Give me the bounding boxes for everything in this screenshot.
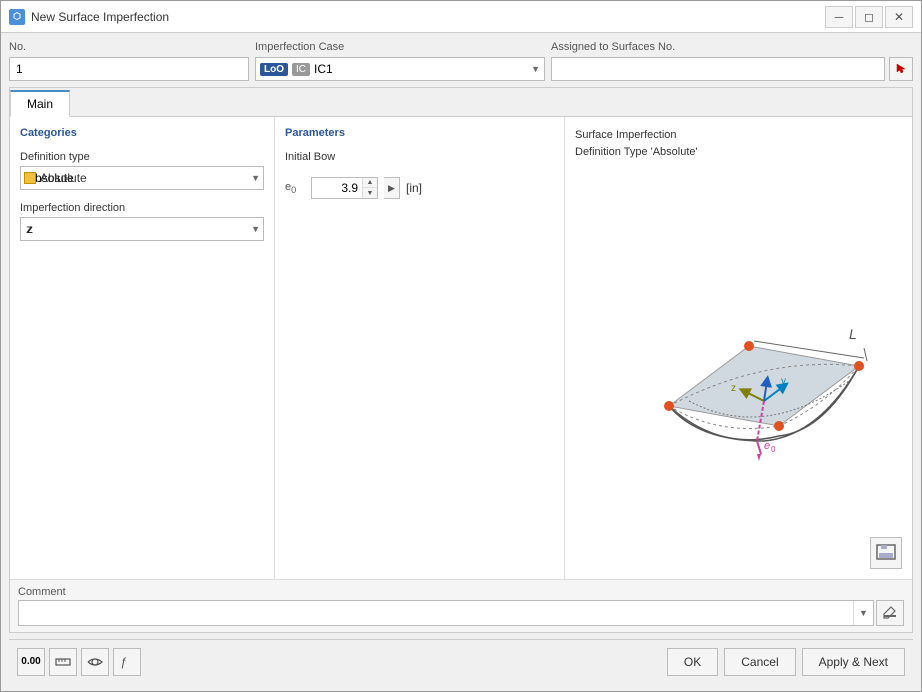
assigned-label: Assigned to Surfaces No. xyxy=(551,41,913,53)
diagram-text: Surface Imperfection Definition Type 'Ab… xyxy=(575,127,902,160)
diagram-line2: Definition Type 'Absolute' xyxy=(575,144,902,161)
e0-spin-down[interactable]: ▼ xyxy=(363,188,377,198)
imperfection-case-group: Imperfection Case LoO IC IC1 ▼ xyxy=(255,41,545,81)
categories-title: Categories xyxy=(20,127,264,139)
minimize-button[interactable]: ─ xyxy=(825,6,853,28)
close-button[interactable]: ✕ xyxy=(885,6,913,28)
diagram-image: L y z e 0 xyxy=(575,168,902,533)
apply-next-button[interactable]: Apply & Next xyxy=(802,648,905,676)
tab-bar: Main xyxy=(10,88,912,117)
e0-row: e0 ▲ ▼ ▶ [in] xyxy=(285,177,554,199)
ok-button[interactable]: OK xyxy=(667,648,718,676)
no-label: No. xyxy=(9,41,249,53)
e0-spin-up[interactable]: ▲ xyxy=(363,178,377,188)
ruler-button[interactable] xyxy=(49,648,77,676)
formula-button[interactable]: ƒ xyxy=(113,648,141,676)
definition-type-row: Definition type Absolute ▼ Absolute xyxy=(20,151,264,190)
categories-panel: Categories Definition type Absolute ▼ Ab… xyxy=(10,117,275,579)
e0-spinners: ▲ ▼ xyxy=(362,178,377,198)
no-input[interactable] xyxy=(9,57,249,81)
tab-main[interactable]: Main xyxy=(10,90,70,117)
svg-text:ƒ: ƒ xyxy=(120,655,127,669)
imperfection-direction-label: Imperfection direction xyxy=(20,202,264,214)
definition-type-wrapper: Absolute ▼ Absolute xyxy=(20,166,264,190)
definition-type-label: Definition type xyxy=(20,151,264,163)
imperfection-direction-select[interactable]: x y z xyxy=(20,217,264,241)
cancel-button[interactable]: Cancel xyxy=(724,648,795,676)
svg-text:0: 0 xyxy=(771,445,776,454)
footer-actions: OK Cancel Apply & Next xyxy=(667,648,905,676)
comment-input-area: ▼ xyxy=(18,600,904,626)
e0-input-wrapper: ▲ ▼ xyxy=(311,177,378,199)
imperfection-direction-row: Imperfection direction x y z ▼ z xyxy=(20,202,264,241)
parameters-panel: Parameters Initial Bow e0 ▲ ▼ xyxy=(275,117,565,579)
imperfection-dropdown-arrow: ▼ xyxy=(531,64,540,74)
tab-content-main: Categories Definition type Absolute ▼ Ab… xyxy=(10,117,912,579)
loo-badge: LoO xyxy=(260,63,288,76)
top-row: No. Imperfection Case LoO IC IC1 ▼ Assig… xyxy=(9,41,913,81)
ic-badge: IC xyxy=(292,63,310,76)
ruler-icon xyxy=(54,653,72,671)
main-window: ⬡ New Surface Imperfection ─ ◻ ✕ No. Imp… xyxy=(0,0,922,692)
coordinates-button[interactable]: 0.00 xyxy=(17,648,45,676)
title-controls: ─ ◻ ✕ xyxy=(825,6,913,28)
coordinates-icon: 0.00 xyxy=(21,656,40,667)
comment-row: Comment ▼ xyxy=(10,579,912,632)
save-diagram-icon xyxy=(876,544,896,562)
diagram-save-button[interactable] xyxy=(870,537,902,569)
comment-label: Comment xyxy=(18,586,904,598)
assigned-clear-button[interactable] xyxy=(889,57,913,81)
imperfection-diagram-svg: L y z e 0 xyxy=(609,236,869,466)
formula-icon: ƒ xyxy=(118,653,136,671)
diagram-line1: Surface Imperfection xyxy=(575,127,902,144)
comment-input[interactable] xyxy=(19,604,853,622)
assigned-input[interactable] xyxy=(551,57,885,81)
definition-type-select[interactable]: Absolute xyxy=(20,166,264,190)
initial-bow-label: Initial Bow xyxy=(285,151,554,163)
tab-area: Main Categories Definition type Absolute… xyxy=(9,87,913,633)
e0-unit: [in] xyxy=(406,181,422,195)
svg-text:y: y xyxy=(781,376,786,387)
e0-label: e0 xyxy=(285,181,305,195)
svg-text:e: e xyxy=(764,440,770,452)
imperfection-case-label: Imperfection Case xyxy=(255,41,545,53)
footer-bar: 0.00 xyxy=(9,639,913,683)
main-content: No. Imperfection Case LoO IC IC1 ▼ Assig… xyxy=(1,33,921,691)
ic-value: IC1 xyxy=(314,62,540,76)
view-icon xyxy=(86,653,104,671)
e0-input[interactable] xyxy=(312,179,362,197)
diagram-panel: Surface Imperfection Definition Type 'Ab… xyxy=(565,117,912,579)
title-bar: ⬡ New Surface Imperfection ─ ◻ ✕ xyxy=(1,1,921,33)
footer-icons-group: 0.00 xyxy=(17,648,661,676)
e0-arrow-button[interactable]: ▶ xyxy=(384,177,400,199)
maximize-button[interactable]: ◻ xyxy=(855,6,883,28)
parameters-title: Parameters xyxy=(285,127,554,139)
imperfection-case-dropdown[interactable]: LoO IC IC1 ▼ xyxy=(255,57,545,81)
cursor-icon xyxy=(894,62,908,76)
comment-input-wrapper: ▼ xyxy=(18,600,874,626)
comment-edit-button[interactable] xyxy=(876,600,904,626)
no-field-group: No. xyxy=(9,41,249,81)
assigned-group: Assigned to Surfaces No. xyxy=(551,41,913,81)
edit-icon xyxy=(883,606,897,620)
svg-text:z: z xyxy=(731,383,736,394)
view-button[interactable] xyxy=(81,648,109,676)
imperfection-direction-wrapper: x y z ▼ z xyxy=(20,217,264,241)
svg-text:L: L xyxy=(849,326,857,342)
comment-group: Comment ▼ xyxy=(18,586,904,626)
comment-dropdown-button[interactable]: ▼ xyxy=(853,601,873,625)
app-icon: ⬡ xyxy=(9,9,25,25)
window-title: New Surface Imperfection xyxy=(31,10,825,24)
diagram-save-area xyxy=(575,537,902,569)
